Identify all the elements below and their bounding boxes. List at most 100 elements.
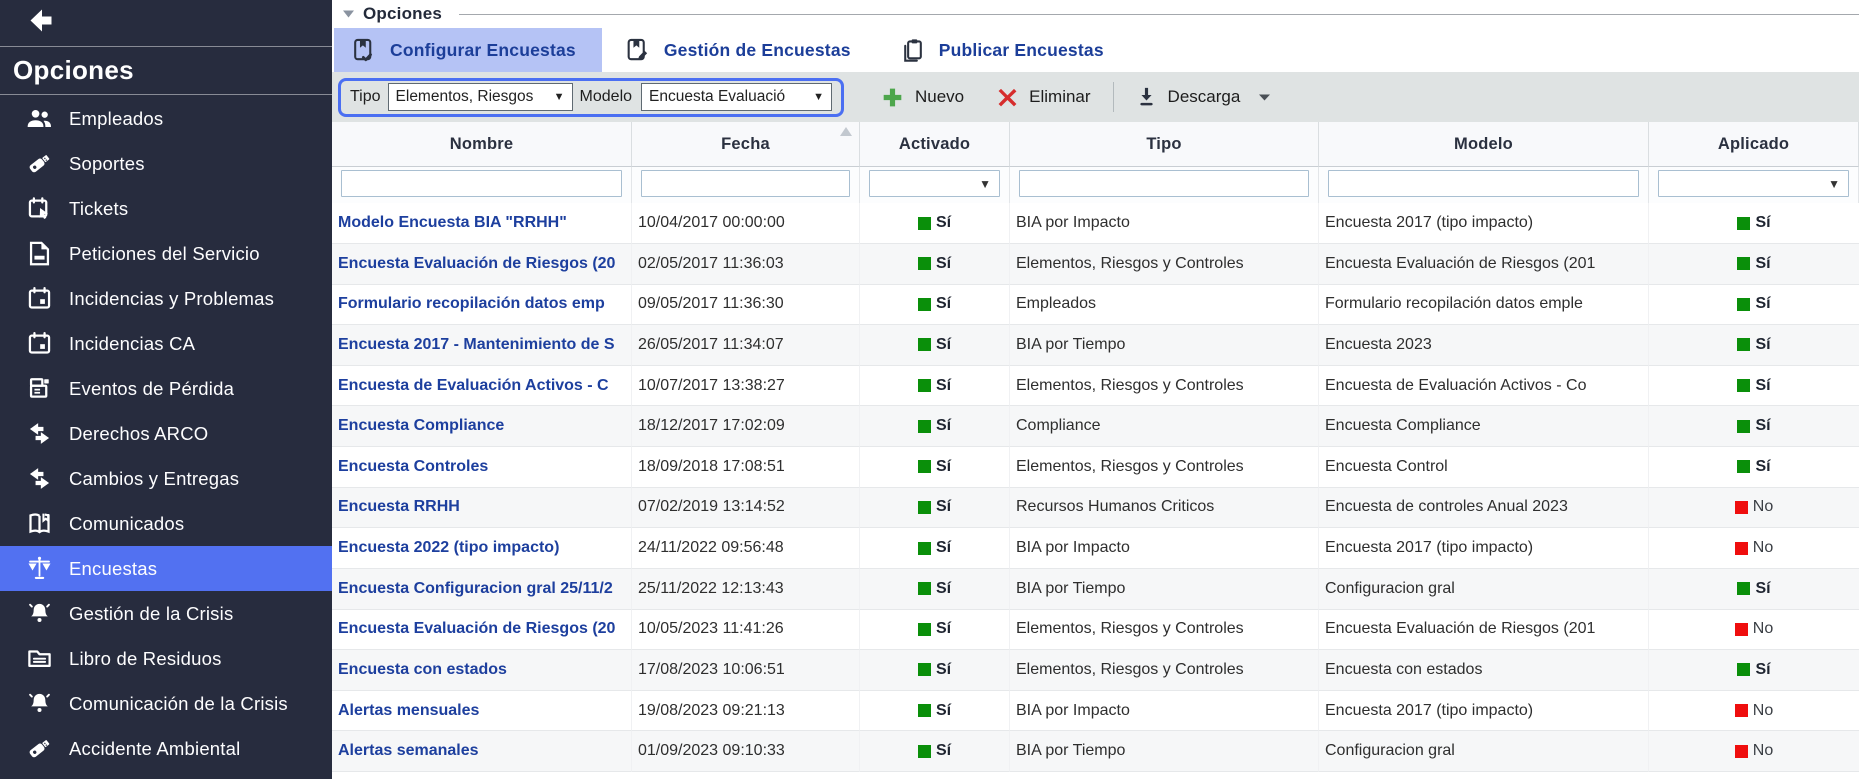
sidebar-item-peticiones-del-servicio[interactable]: Peticiones del Servicio [0, 231, 332, 276]
sidebar-item-label: Eventos de Pérdida [69, 378, 234, 400]
sidebar-item-eventos-de-p-rdida[interactable]: Eventos de Pérdida [0, 366, 332, 411]
table-row: Encuesta 2017 - Mantenimiento de S [332, 325, 632, 366]
options-fieldset-legend: Opciones [332, 0, 1859, 28]
sidebar-item-label: Cambios y Entregas [69, 468, 239, 490]
row-name-link[interactable]: Encuesta con estados [338, 661, 507, 679]
nuevo-button[interactable]: Nuevo [881, 86, 964, 109]
column-header-tipo[interactable]: Tipo [1010, 122, 1319, 167]
row-name-link[interactable]: Encuesta Evaluación de Riesgos (20 [338, 255, 615, 273]
sidebar-item-tickets[interactable]: Tickets [0, 186, 332, 231]
green-square-icon [918, 542, 931, 555]
status-badge-yes: Sí [918, 255, 951, 273]
sidebar-item-empleados[interactable]: Empleados [0, 96, 332, 141]
sidebar-item-derechos-arco[interactable]: Derechos ARCO [0, 411, 332, 456]
caret-down-icon [1259, 94, 1270, 101]
table-row: Sí [1649, 650, 1859, 691]
column-header-nombre[interactable]: Nombre [332, 122, 632, 167]
cell-fecha: 01/09/2023 09:10:33 [638, 742, 785, 760]
status-badge-yes: Sí [1737, 458, 1770, 476]
green-square-icon [1737, 298, 1750, 311]
column-header-fecha[interactable]: Fecha [632, 122, 860, 167]
sidebar-item-soportes[interactable]: Soportes [0, 141, 332, 186]
cell-tipo: Elementos, Riesgos y Controles [1016, 620, 1244, 638]
row-name-link[interactable]: Encuesta 2017 - Mantenimiento de S [338, 336, 615, 354]
status-badge-yes: Sí [918, 539, 951, 557]
table-row: Encuesta de Evaluación Activos - Co [1319, 366, 1649, 407]
table-row: Encuesta con estados [332, 650, 632, 691]
tab-publicar-encuestas[interactable]: Publicar Encuestas [883, 28, 1130, 72]
row-name-link[interactable]: Alertas mensuales [338, 702, 479, 720]
scale-icon [24, 554, 54, 584]
row-name-link[interactable]: Encuesta de Evaluación Activos - C [338, 377, 609, 395]
main-panel: Opciones Configurar EncuestasGestión de … [332, 0, 1859, 779]
sidebar-item-accidente-ambiental[interactable]: Accidente Ambiental [0, 726, 332, 771]
document-icon [24, 239, 54, 269]
filter-input-tipo[interactable] [1019, 170, 1309, 197]
cell-fecha: 10/05/2023 11:41:26 [638, 620, 784, 638]
modelo-label: Modelo [580, 88, 632, 106]
sidebar-item-gesti-n-de-la-crisis[interactable]: Gestión de la Crisis [0, 591, 332, 636]
filter-input-fecha[interactable] [641, 170, 850, 197]
tab-gesti-n-de-encuestas[interactable]: Gestión de Encuestas [608, 28, 877, 72]
row-name-link[interactable]: Alertas semanales [338, 742, 479, 760]
cell-modelo: Encuesta 2017 (tipo impacto) [1325, 214, 1533, 232]
sidebar-collapse-button[interactable] [0, 0, 332, 47]
status-badge-yes: Sí [918, 620, 951, 638]
green-square-icon [918, 704, 931, 717]
table-row: 01/09/2023 09:10:33 [632, 731, 860, 772]
sidebar-item-comunicados[interactable]: Comunicados [0, 501, 332, 546]
row-name-link[interactable]: Encuesta Configuracion gral 25/11/2 [338, 580, 613, 598]
sidebar-item-cambios-y-entregas[interactable]: Cambios y Entregas [0, 456, 332, 501]
red-square-icon [1735, 623, 1748, 636]
ticket-calendar-icon [24, 194, 54, 224]
people-icon [24, 104, 54, 134]
filter-input-nombre[interactable] [341, 170, 622, 197]
filter-select-activado[interactable]: ▼ [869, 170, 1000, 197]
modelo-select[interactable]: Encuesta Evaluació ▼ [641, 83, 832, 111]
table-row: BIA por Impacto [1010, 528, 1319, 569]
eliminar-label: Eliminar [1029, 87, 1090, 107]
green-square-icon [918, 420, 931, 433]
cell-tipo: BIA por Impacto [1016, 214, 1130, 232]
row-name-link[interactable]: Formulario recopilación datos emp [338, 295, 605, 313]
descarga-button[interactable]: Descarga [1136, 86, 1271, 109]
table-row: Sí [1649, 285, 1859, 326]
green-square-icon [1737, 460, 1750, 473]
book-icon [24, 509, 54, 539]
cell-modelo: Encuesta 2017 (tipo impacto) [1325, 539, 1533, 557]
row-name-link[interactable]: Encuesta Evaluación de Riesgos (20 [338, 620, 615, 638]
filter-select-aplicado[interactable]: ▼ [1658, 170, 1849, 197]
row-name-link[interactable]: Modelo Encuesta BIA "RRHH" [338, 214, 567, 232]
cell-modelo: Encuesta 2023 [1325, 336, 1432, 354]
row-name-link[interactable]: Encuesta 2022 (tipo impacto) [338, 539, 559, 557]
row-name-link[interactable]: Encuesta Controles [338, 458, 488, 476]
column-header-modelo[interactable]: Modelo [1319, 122, 1649, 167]
filter-input-modelo[interactable] [1328, 170, 1639, 197]
sidebar-item-libro-de-residuos[interactable]: Libro de Residuos [0, 636, 332, 681]
status-badge-yes: Sí [1737, 661, 1770, 679]
table-row: Encuesta RRHH [332, 488, 632, 529]
tipo-select[interactable]: Elementos, Riesgos ▼ [388, 83, 573, 111]
cell-tipo: BIA por Tiempo [1016, 336, 1125, 354]
chevron-down-icon: ▼ [1828, 177, 1840, 191]
sidebar-item-incidencias-ca[interactable]: Incidencias CA [0, 321, 332, 366]
bookmark-edit-icon [624, 37, 651, 64]
collapse-triangle-icon[interactable] [343, 10, 354, 18]
table-row: Sí [1649, 325, 1859, 366]
sidebar-item-incidencias-y-problemas[interactable]: Incidencias y Problemas [0, 276, 332, 321]
green-square-icon [1737, 582, 1750, 595]
sidebar-item-encuestas[interactable]: Encuestas [0, 546, 332, 591]
sidebar-item-comunicaci-n-de-la-crisis[interactable]: Comunicación de la Crisis [0, 681, 332, 726]
table-row: Sí [860, 528, 1010, 569]
row-name-link[interactable]: Encuesta Compliance [338, 417, 504, 435]
table-row: 10/04/2017 00:00:00 [632, 203, 860, 244]
table-row: No [1649, 610, 1859, 651]
tab-configurar-encuestas[interactable]: Configurar Encuestas [334, 28, 602, 72]
column-header-aplicado[interactable]: Aplicado [1649, 122, 1859, 167]
status-badge-yes: Sí [918, 417, 951, 435]
eliminar-button[interactable]: Eliminar [997, 87, 1090, 108]
table-row: Encuesta 2023 [1319, 325, 1649, 366]
column-header-activado[interactable]: Activado [860, 122, 1010, 167]
filter-cell-activado: ▼ [860, 163, 1010, 206]
row-name-link[interactable]: Encuesta RRHH [338, 498, 460, 516]
